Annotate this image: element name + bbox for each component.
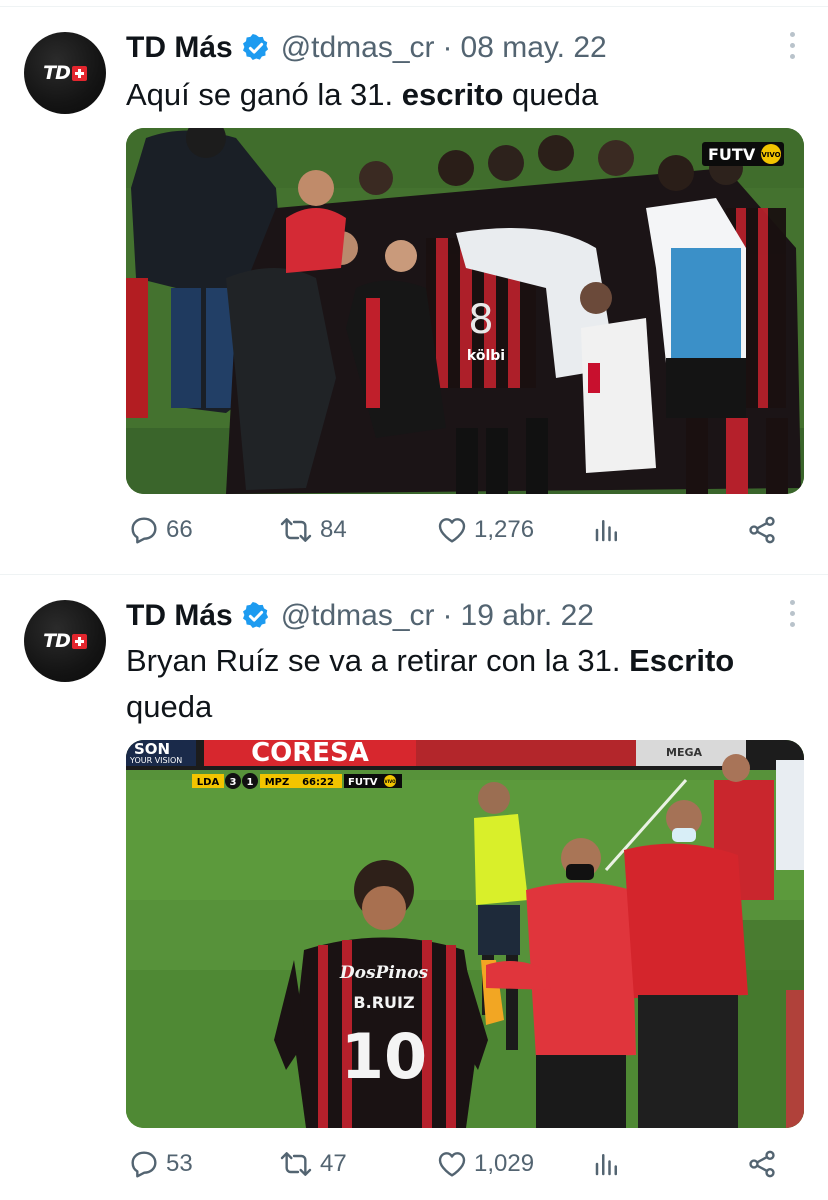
share-icon <box>749 1150 775 1178</box>
svg-text:MPZ: MPZ <box>265 777 290 788</box>
tweet[interactable]: TD TD Más @tdmas_cr · 08 may. 22 Aquí se… <box>0 8 828 575</box>
reply-icon <box>131 517 157 544</box>
svg-text:VIVO: VIVO <box>761 151 780 159</box>
reply-button[interactable]: 66 <box>128 514 193 546</box>
top-divider <box>0 0 828 7</box>
share-button[interactable] <box>746 1148 778 1180</box>
more-icon[interactable] <box>788 600 796 627</box>
tweet-text: Bryan Ruíz se va a retirar con la 31. Es… <box>126 643 735 724</box>
svg-text:VIVO: VIVO <box>384 779 396 784</box>
svg-text:MEGA: MEGA <box>666 746 702 759</box>
svg-text:10: 10 <box>341 1020 427 1093</box>
tweet-header: TD Más @tdmas_cr · 08 may. 22 <box>126 31 607 65</box>
retweet-button[interactable]: 84 <box>278 514 347 546</box>
td-mas-logo: TD <box>43 630 87 652</box>
tweet-actions: 66 84 1,276 <box>126 514 796 554</box>
reply-count: 66 <box>166 516 193 543</box>
share-button[interactable] <box>746 514 778 546</box>
svg-text:kölbi: kölbi <box>467 348 505 364</box>
svg-text:8: 8 <box>468 297 493 343</box>
svg-text:YOUR VISION: YOUR VISION <box>129 756 182 765</box>
verified-icon <box>242 602 268 628</box>
svg-text:3: 3 <box>230 777 237 788</box>
author-name[interactable]: TD Más <box>126 599 233 633</box>
reply-icon <box>131 1151 157 1178</box>
retweet-count: 47 <box>320 1150 347 1177</box>
tweet-photo[interactable]: SON YOUR VISION CORESA MEGA LDA 3 1 MPZ … <box>126 740 804 1128</box>
svg-text:FUTV: FUTV <box>708 145 756 164</box>
tweet-date[interactable]: 08 may. 22 <box>461 31 607 65</box>
avatar[interactable]: TD <box>24 600 106 682</box>
reply-button[interactable]: 53 <box>128 1148 193 1180</box>
share-icon <box>749 516 775 544</box>
like-button[interactable]: 1,029 <box>436 1148 534 1180</box>
views-icon <box>595 1154 617 1176</box>
tweet-actions: 53 47 1,029 <box>126 1148 796 1188</box>
like-count: 1,276 <box>474 516 535 543</box>
td-mas-logo: TD <box>43 62 87 84</box>
author-name[interactable]: TD Más <box>126 31 233 65</box>
svg-text:LDA: LDA <box>197 777 220 788</box>
tweet-text: Aquí se ganó la 31. escrito queda <box>126 77 599 112</box>
tweet-date[interactable]: 19 abr. 22 <box>461 599 594 633</box>
views-button[interactable] <box>592 1148 622 1180</box>
tweet-header: TD Más @tdmas_cr · 19 abr. 22 <box>126 599 594 633</box>
retweet-icon <box>280 1152 312 1176</box>
like-count: 1,029 <box>474 1150 535 1177</box>
svg-text:B.RUIZ: B.RUIZ <box>353 993 414 1012</box>
retweet-count: 84 <box>320 516 347 543</box>
svg-text:FUTV: FUTV <box>348 777 378 788</box>
farewell-photo: SON YOUR VISION CORESA MEGA LDA 3 1 MPZ … <box>126 740 804 1128</box>
tweet[interactable]: TD TD Más @tdmas_cr · 19 abr. 22 Bryan R… <box>0 576 828 1200</box>
tweet-photo[interactable]: 8 kölbi FUTV VIVO <box>126 128 804 494</box>
svg-text:66:22: 66:22 <box>302 777 334 788</box>
retweet-button[interactable]: 47 <box>278 1148 347 1180</box>
author-handle[interactable]: @tdmas_cr <box>281 31 435 65</box>
svg-text:1: 1 <box>247 777 254 788</box>
futv-logo: FUTV VIVO <box>702 142 784 166</box>
like-icon <box>438 518 466 543</box>
scorebug: LDA 3 1 MPZ 66:22 FUTV VIVO <box>192 773 402 789</box>
views-button[interactable] <box>592 514 622 546</box>
huddle-photo: 8 kölbi FUTV VIVO <box>126 128 804 494</box>
avatar[interactable]: TD <box>24 32 106 114</box>
reply-count: 53 <box>166 1150 193 1177</box>
verified-icon <box>242 34 268 60</box>
views-icon <box>595 520 617 542</box>
author-handle[interactable]: @tdmas_cr <box>281 599 435 633</box>
svg-text:DosPinos: DosPinos <box>339 963 429 983</box>
more-icon[interactable] <box>788 32 796 59</box>
like-icon <box>438 1152 466 1177</box>
like-button[interactable]: 1,276 <box>436 514 534 546</box>
retweet-icon <box>280 518 312 542</box>
svg-text:CORESA: CORESA <box>251 740 369 768</box>
